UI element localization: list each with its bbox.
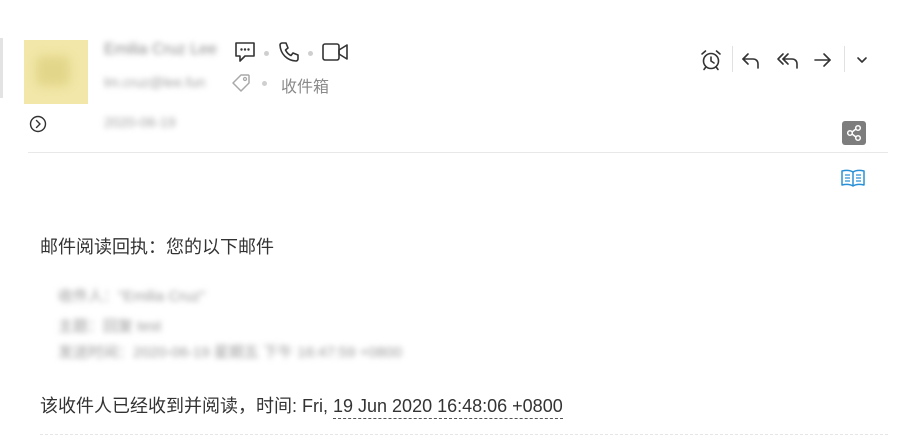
separator-dot xyxy=(264,51,269,56)
reply-icon[interactable] xyxy=(738,47,764,73)
toolbar-separator xyxy=(844,46,845,72)
read-confirmation: 该收件人已经收到并阅读，时间: Fri, 19 Jun 2020 16:48:0… xyxy=(40,392,563,419)
quoted-recipient: 收件人："Emilia Cruz" xyxy=(58,288,206,305)
separator-dot xyxy=(262,81,267,86)
avatar-image xyxy=(36,56,70,86)
avatar[interactable] xyxy=(24,40,88,104)
separator-dot xyxy=(308,51,313,56)
toolbar-separator xyxy=(732,46,733,72)
reading-mode-icon[interactable] xyxy=(840,167,866,189)
read-confirmation-prefix: 该收件人已经收到并阅读，时间: Fri, xyxy=(40,396,333,416)
sender-name[interactable]: Emilia Cruz Lee xyxy=(104,41,217,59)
quoted-subject: 主题：回复 test xyxy=(58,318,162,335)
chat-bubble-icon[interactable] xyxy=(232,40,258,64)
header-divider xyxy=(28,152,888,153)
chevron-down-icon[interactable] xyxy=(852,50,872,70)
reply-all-icon[interactable] xyxy=(774,47,802,73)
phone-icon[interactable] xyxy=(276,40,302,64)
forward-icon[interactable] xyxy=(810,47,836,73)
quoted-sent-time: 发送时间：2020-06-19 星期五 下午 16:47:59 +0800 xyxy=(58,344,402,361)
read-timestamp[interactable]: 19 Jun 2020 16:48:06 +0800 xyxy=(333,396,563,419)
video-camera-icon[interactable] xyxy=(320,40,350,64)
share-icon xyxy=(846,124,862,142)
left-edge-marker xyxy=(0,38,3,98)
folder-label[interactable]: 收件箱 xyxy=(281,73,329,97)
sender-address[interactable]: lm.cruz@lee.fun xyxy=(104,74,205,90)
alarm-clock-icon[interactable] xyxy=(698,47,724,73)
sender-date: 2020-06-19 xyxy=(104,114,176,130)
tag-icon[interactable] xyxy=(230,72,252,94)
bottom-divider xyxy=(40,434,888,435)
receipt-heading: 邮件阅读回执：您的以下邮件 xyxy=(40,237,274,257)
share-button[interactable] xyxy=(842,121,866,145)
chevron-right-circle-icon[interactable] xyxy=(28,114,48,134)
